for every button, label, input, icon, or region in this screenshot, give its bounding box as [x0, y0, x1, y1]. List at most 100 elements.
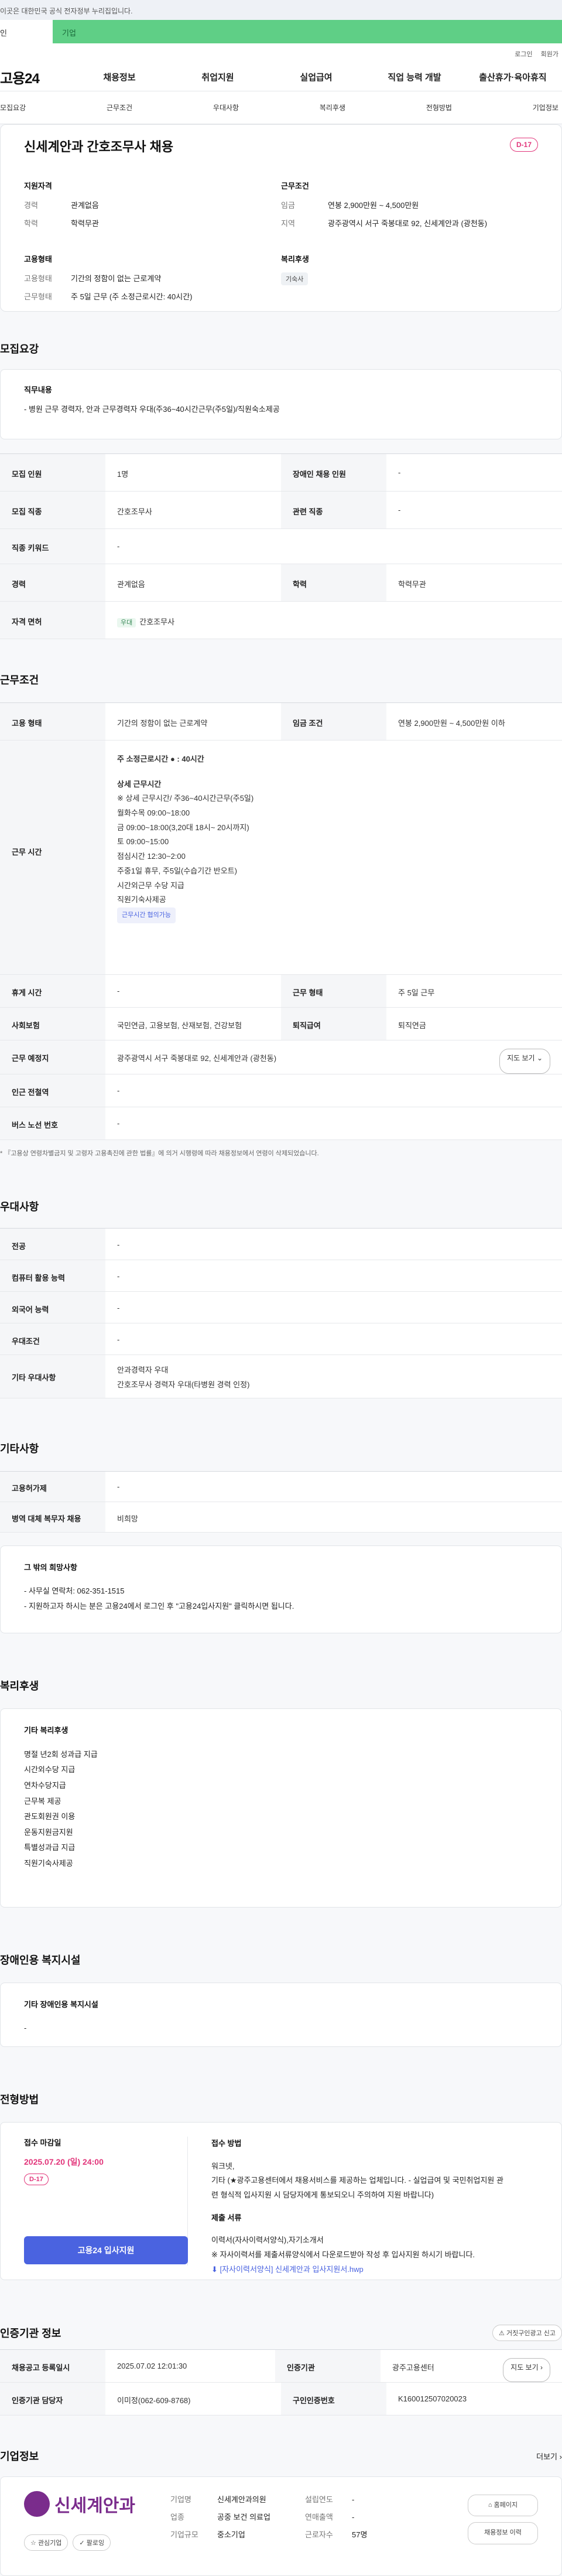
join-link[interactable]: 회원가	[541, 49, 558, 63]
map-view-button[interactable]: 지도 보기 ⌄	[499, 1049, 550, 1074]
other-wish-line: - 사무실 연락처: 062-351-1515	[24, 1586, 125, 1595]
related-job-label: 관련 직종	[281, 492, 386, 528]
company-name-label: 기업명	[170, 2495, 191, 2504]
reg-date-value: 2025.07.02 12:01:30	[117, 2362, 187, 2370]
welfare-item: 시간외수당 지급	[24, 1765, 76, 1775]
education-row-value: 학력무관	[398, 580, 426, 589]
education-value: 학력무관	[71, 219, 99, 228]
gnb-item-jobs[interactable]: 채용정보	[70, 71, 169, 83]
gov-notice-text: 이곳은 대한민국 공식 전자정부 누리집입니다.	[0, 7, 133, 15]
recruit-count-label: 모집 인원	[0, 454, 105, 491]
work-time-head: 주 소정근로시간 ● : 40시간	[117, 755, 204, 763]
report-false-ad-button[interactable]: ⚠ 거짓구인광고 신고	[492, 2325, 562, 2341]
job-title: 신세계안과 간호조무사 채용	[24, 139, 174, 154]
tab-company[interactable]: 기업	[53, 20, 562, 43]
anchor-welfare[interactable]: 복리후생	[320, 103, 345, 112]
company-logo: 신세계안과	[24, 2491, 170, 2517]
other-wish-line: - 지원하고자 하시는 분은 고용24에서 로그인 후 "고용24입사지원" 클…	[24, 1602, 294, 1611]
recruit-count-value: 1명	[117, 470, 129, 479]
anchor-selection[interactable]: 전형방법	[426, 103, 452, 112]
duty-heading: 직무내용	[24, 385, 52, 394]
documents-line: 이력서(자사이력서양식),자기소개서	[211, 2236, 324, 2245]
homepage-button[interactable]: ⌂ 홈페이지	[468, 2495, 538, 2517]
welfare-item: 근무복 제공	[24, 1796, 61, 1806]
selection-section-title: 전형방법	[0, 2094, 39, 2106]
disabled-box-value: -	[24, 2024, 27, 2032]
work-time-label: 근무 시간	[0, 741, 105, 974]
conditions-heading: 근무조건	[281, 182, 309, 190]
cert-number-value: K160012507020023	[398, 2394, 467, 2403]
anchor-prefer[interactable]: 우대사항	[213, 103, 239, 112]
others-section-title: 기타사항	[0, 1443, 39, 1455]
welfare-item: 직원기숙사제공	[24, 1859, 73, 1868]
apply-button[interactable]: 고용24 입사지원	[24, 2236, 188, 2264]
bus-value: -	[117, 1119, 120, 1128]
job-history-button[interactable]: 채용정보 이력	[468, 2522, 538, 2544]
job-keyword-label: 직종 키워드	[0, 529, 105, 564]
employment-type-label: 고용형태	[24, 274, 52, 283]
retirement-value: 퇴직연금	[398, 1021, 426, 1030]
job-type-label: 모집 직종	[0, 492, 105, 528]
company-industry-value: 공중 보건 의료업	[217, 2512, 270, 2522]
pay-cond-value: 연봉 2,900만원 ~ 4,500만원 이하	[398, 719, 505, 728]
prefer-table: 전공 - 컴퓨터 활용 능력 - 외국어 능력 - 우대조건 - 기타 우대사항 안과경력…	[0, 1228, 562, 1398]
other-wish-heading: 그 밖의 희망사항	[24, 1563, 77, 1572]
check-icon: ✓	[79, 2540, 85, 2547]
employees-value: 57명	[352, 2530, 368, 2539]
site-logo[interactable]: 고용24	[0, 67, 70, 87]
disabled-count-label: 장애인 채용 인원	[281, 454, 386, 491]
retirement-label: 퇴직급여	[281, 1008, 386, 1040]
chevron-down-icon: ⌄	[536, 1054, 543, 1062]
follow-button[interactable]: ✓ 팔로잉	[73, 2534, 111, 2551]
company-more-label: 더보기	[536, 2452, 558, 2461]
gnb-item-employment-support[interactable]: 취업지원	[169, 71, 267, 83]
prefer-cond-value: -	[117, 1335, 120, 1344]
computer-skill-label: 컴퓨터 활용 능력	[0, 1260, 105, 1291]
disabled-box-heading: 기타 장애인용 복지시설	[24, 2000, 98, 2009]
company-name-value: 신세계안과의원	[217, 2495, 266, 2504]
download-icon: ⬇	[211, 2264, 218, 2274]
work-shape-value: 주 5일 근무	[398, 988, 435, 997]
deadline-dday: D-17	[24, 2174, 49, 2185]
region-value: 광주광역시 서구 죽봉대로 92, 신세계안과 (광천동)	[328, 219, 488, 228]
method-line: 련 형식적 입사지원 시 담당자에게 통보되오니 주의하여 지원 바랍니다)	[211, 2191, 434, 2200]
favorite-company-button[interactable]: ☆ 관심기업	[24, 2534, 68, 2551]
welfare-item: 명절 년2회 성과급 지급	[24, 1749, 98, 1759]
utility-links: 로그인 회원가	[0, 43, 562, 63]
career-value: 관계없음	[71, 201, 99, 210]
resume-form-link[interactable]: ⬇ [자사이력서양식] 신세계안과 입사지원서.hwp	[211, 2263, 538, 2277]
subway-label: 인근 전철역	[0, 1074, 105, 1107]
company-size-label: 기업규모	[170, 2530, 198, 2539]
career-label: 경력	[24, 201, 38, 210]
welfare-item: 관도회원권 이용	[24, 1812, 76, 1821]
anchor-recruit[interactable]: 모집요강	[0, 103, 26, 112]
gnb-item-parental-leave[interactable]: 출산휴가·육아휴직	[464, 71, 562, 83]
selection-box: 접수 마감일 2025.07.20 (일) 24:00 D-17 고용24 입사…	[0, 2122, 562, 2280]
pay-value: 연봉 2,900만원 ~ 4,500만원	[328, 201, 419, 210]
prefer-cond-label: 우대조건	[0, 1323, 105, 1354]
license-label: 자격 면허	[0, 602, 105, 639]
gnb-item-unemployment-benefit[interactable]: 실업급여	[267, 71, 365, 83]
rest-value: -	[117, 987, 120, 995]
login-link[interactable]: 로그인	[515, 49, 532, 63]
related-job-value: -	[398, 506, 401, 514]
rest-label: 휴게 시간	[0, 975, 105, 1007]
cert-number-label: 구인인증번호	[281, 2383, 386, 2415]
cert-section-title: 인증기관 정보	[0, 2328, 61, 2339]
bus-label: 버스 노선 번호	[0, 1107, 105, 1139]
deadline-value: 2025.07.20 (일) 24:00	[24, 2157, 104, 2166]
duty-text: - 병원 근무 경력자, 안과 근무경력자 우대(주36~40시간근무(주5일)…	[24, 405, 280, 414]
work-time-line: 토 09:00~15:00	[117, 837, 169, 847]
anchor-conditions[interactable]: 근무조건	[107, 103, 132, 112]
cert-map-button[interactable]: 지도 보기 ›	[503, 2358, 550, 2382]
work-time-line: 주중1일 휴무, 주5일(수습기간 반오트)	[117, 866, 238, 875]
company-industry-label: 업종	[170, 2512, 184, 2522]
deadline-heading: 접수 마감일	[24, 2138, 61, 2147]
recruit-table: 모집 인원 1명 장애인 채용 인원 - 모집 직종 간호조무사 관련 직종 - 직종 키워…	[0, 453, 562, 639]
gnb-item-vocational-training[interactable]: 직업 능력 개발	[365, 71, 464, 83]
tab-personal[interactable]: 인	[0, 20, 53, 43]
other-wish-box: 그 밖의 희망사항 - 사무실 연락처: 062-351-1515 - 지원하고…	[0, 1545, 562, 1633]
company-more-link[interactable]: 더보기 ›	[536, 2451, 562, 2462]
anchor-company[interactable]: 기업정보	[533, 103, 558, 112]
emp-form-label: 고용 형태	[0, 703, 105, 740]
